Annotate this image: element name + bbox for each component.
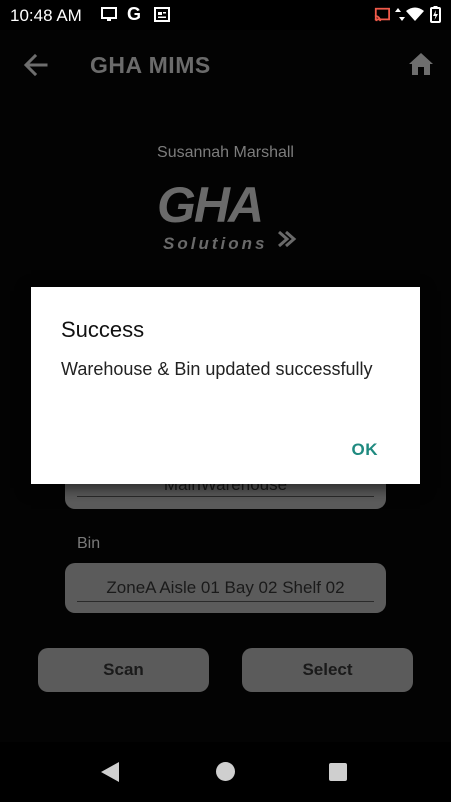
logo-sub-text: Solutions [163,234,267,253]
news-icon [154,7,170,22]
bin-value: ZoneA Aisle 01 Bay 02 Shelf 02 [106,578,345,597]
screen-mirror-icon [374,7,390,22]
google-icon: G [127,4,142,24]
status-time: 10:48 AM [10,6,82,25]
navigation-bar [0,742,451,802]
nav-back-icon[interactable] [101,762,119,782]
warehouse-underline [77,496,374,497]
success-dialog: Success Warehouse & Bin updated successf… [31,287,420,484]
screen: 10:48 AM G GHA MIMS Susannah Marshall GH… [0,0,451,802]
select-button[interactable]: Select [242,648,413,692]
home-icon[interactable] [408,52,434,76]
bin-label: Bin [77,535,101,552]
ok-button[interactable]: OK [352,440,379,460]
cast-screen-icon [101,7,117,21]
arrow-left-icon[interactable] [22,52,48,78]
dialog-title: Success [61,317,145,342]
app-title: GHA MIMS [90,52,211,78]
scan-button[interactable]: Scan [38,648,209,692]
gha-solutions-logo: GHA Solutions [157,177,297,253]
wifi-icon [406,7,424,21]
logo-main-text: GHA [157,177,262,233]
app-bar: GHA MIMS [0,30,451,104]
battery-charging-icon [430,6,441,23]
dialog-message: Warehouse & Bin updated successfully [61,359,373,379]
user-name: Susannah Marshall [157,144,294,161]
nav-home-icon[interactable] [216,762,235,781]
bin-field[interactable]: ZoneA Aisle 01 Bay 02 Shelf 02 [65,563,386,613]
status-bar: 10:48 AM G [0,0,451,30]
nav-recents-icon[interactable] [329,763,347,781]
bin-underline [77,601,374,602]
data-arrows-icon [395,8,405,21]
